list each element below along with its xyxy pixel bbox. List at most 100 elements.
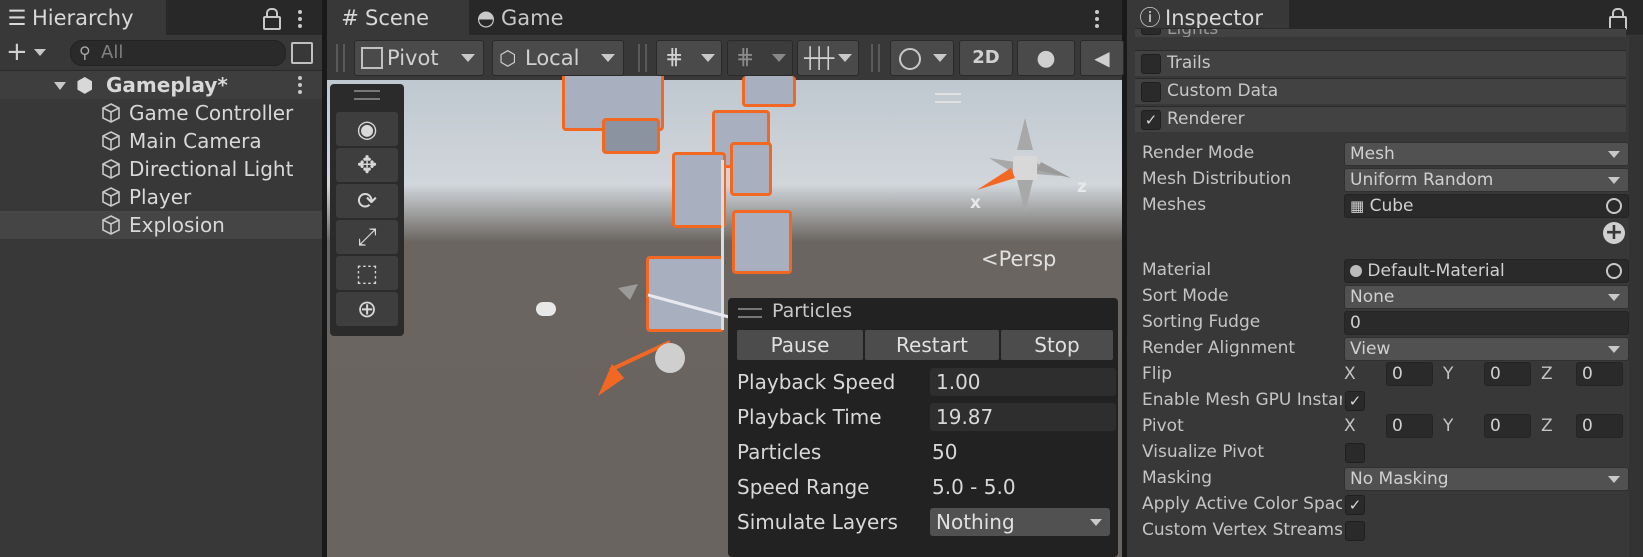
lights-checkbox[interactable] [1141,29,1161,35]
increment-snap-button[interactable]: ⋕ [727,40,793,76]
flip-y-label[interactable]: Y [1443,364,1453,384]
persp-toggle[interactable]: <Persp [981,247,1056,271]
simulate-layers-dropdown[interactable]: Nothing [930,508,1110,536]
more-menu-icon[interactable] [297,8,303,30]
toolbar-grip [336,44,345,72]
scene-tabbar: # Scene ◓ Game [327,0,1122,35]
add-button[interactable]: + [6,38,46,66]
grid-visibility-button[interactable]: ┼┼┼ [797,40,859,76]
lock-icon[interactable] [263,8,281,30]
section-renderer[interactable]: ✓ Renderer [1135,106,1626,132]
sorting-fudge-label: Sorting Fudge [1142,312,1261,332]
section-custom-data[interactable]: Custom Data [1135,78,1626,104]
pivot-y-field[interactable]: 0 [1484,414,1531,438]
mesh-distribution-dropdown[interactable]: Uniform Random [1344,168,1629,192]
list-icon: ☰ [7,6,27,30]
transform-tool[interactable]: ⊕ [336,292,398,326]
flip-z-label[interactable]: Z [1541,364,1553,384]
shading-mode-button[interactable] [890,40,954,76]
mesh-grid-icon: ▦ [1350,197,1365,215]
render-mode-label: Render Mode [1142,143,1255,163]
hierarchy-item-selected[interactable]: Explosion [0,211,322,239]
pivot-z-label[interactable]: Z [1541,416,1553,436]
sort-mode-dropdown[interactable]: None [1344,285,1629,309]
playback-time-field[interactable]: 19.87 [930,403,1116,431]
hierarchy-scene-root[interactable]: ⬢ Gameplay* [0,71,322,99]
material-sphere-icon [1350,265,1362,277]
apply-color-space-checkbox[interactable]: ✓ [1345,495,1365,515]
material-field[interactable]: Default-Material [1344,259,1629,283]
pivot-z-field[interactable]: 0 [1576,414,1623,438]
sort-mode-label: Sort Mode [1142,286,1229,306]
toolbar-grip [638,44,647,72]
move-tool[interactable]: ✥ [336,148,398,182]
gameobject-cube-icon [102,103,120,123]
hierarchy-item-label: Directional Light [129,157,294,181]
move-arrows-icon: ✥ [356,151,378,179]
flip-x-label[interactable]: X [1344,364,1356,384]
audio-toggle[interactable]: ◀ [1080,40,1124,76]
toolbar-grip [871,44,880,72]
gizmo-x-label[interactable]: x [970,193,981,213]
hierarchy-item-label: Explosion [129,213,225,237]
custom-vertex-streams-checkbox[interactable] [1345,521,1365,541]
flip-z-field[interactable]: 0 [1576,362,1623,386]
local-dropdown[interactable]: ⬡ Local [492,40,624,76]
rect-tool[interactable]: ⬚ [336,256,398,290]
visualize-pivot-checkbox[interactable] [1345,443,1365,463]
flip-label: Flip [1142,364,1173,384]
particles-overlay: Particles Pause Restart Stop Playback Sp… [728,298,1118,557]
scale-tool[interactable]: ⤢ [336,220,398,254]
masking-dropdown[interactable]: No Masking [1344,467,1629,491]
hierarchy-item[interactable]: Main Camera [0,127,322,155]
enable-gpu-checkbox[interactable]: ✓ [1345,391,1365,411]
hierarchy-item[interactable]: Game Controller [0,99,322,127]
chevron-down-icon [1608,476,1620,483]
tab-game[interactable]: ◓ Game [469,0,585,35]
lightbulb-icon: ● [1036,46,1056,71]
pivot-dropdown[interactable]: Pivot [354,40,484,76]
rotate-icon: ⟳ [356,187,378,215]
hierarchy-item[interactable]: Directional Light [0,155,322,183]
grid-snap-button[interactable]: ⋕ [656,40,722,76]
flip-y-field[interactable]: 0 [1484,362,1531,386]
chevron-down-icon [933,54,947,62]
tab-hierarchy[interactable]: ☰ Hierarchy [0,0,166,35]
pivot-x-label[interactable]: X [1344,416,1356,436]
gizmo-z-label[interactable]: z [1077,177,1087,197]
playback-speed-field[interactable]: 1.00 [930,368,1116,396]
scene-menu-icon[interactable] [297,74,303,96]
tab-scene[interactable]: # Scene [327,0,469,35]
meshes-field[interactable]: ▦ Cube [1344,194,1629,218]
add-mesh-button[interactable]: + [1603,222,1625,244]
custom-data-checkbox[interactable] [1141,82,1161,102]
mode-2d-button[interactable]: 2D [959,40,1013,76]
object-picker-icon[interactable] [1606,263,1622,279]
hierarchy-item[interactable]: Player [0,183,322,211]
flip-x-field[interactable]: 0 [1386,362,1433,386]
pause-button[interactable]: Pause [737,330,863,360]
particles-count-value: 50 [932,440,958,464]
object-picker-icon[interactable] [1606,198,1622,214]
restart-button[interactable]: Restart [865,330,999,360]
render-alignment-dropdown[interactable]: View [1344,337,1629,361]
stop-button[interactable]: Stop [1001,330,1113,360]
search-filter-icon[interactable] [291,42,313,64]
rotate-tool[interactable]: ⟳ [336,184,398,218]
trails-checkbox[interactable] [1141,54,1161,74]
search-input[interactable]: ⚲ All [70,40,286,66]
view-tool[interactable]: ◉ [336,112,398,146]
render-mode-dropdown[interactable]: Mesh [1344,142,1629,166]
pivot-x-field[interactable]: 0 [1386,414,1433,438]
inspector-scrollbar[interactable] [1629,36,1643,557]
chevron-down-icon [1608,177,1620,184]
gameobject-cube-icon [102,159,120,179]
particles-count-label: Particles [737,440,822,464]
renderer-checkbox[interactable]: ✓ [1141,110,1161,130]
section-lights[interactable]: Lights [1135,28,1626,37]
pivot-y-label[interactable]: Y [1443,416,1453,436]
more-menu-icon[interactable] [1094,8,1100,30]
sorting-fudge-field[interactable]: 0 [1344,311,1629,335]
lighting-toggle[interactable]: ● [1017,40,1075,76]
section-trails[interactable]: Trails [1135,50,1626,76]
